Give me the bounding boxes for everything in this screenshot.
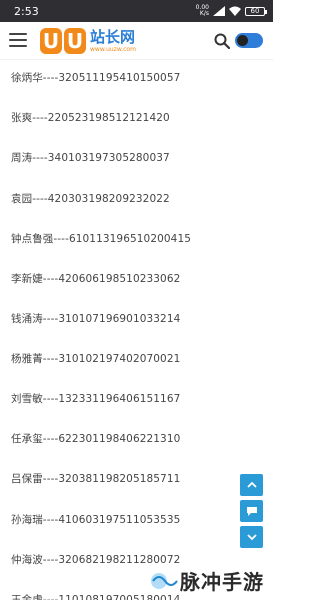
logo-text: 站长网 www.uuzw.com [90,28,136,54]
signal-icon [213,6,225,16]
list-item: 刘雪敏----132331196406151167 [11,393,181,405]
list-item: 袁园----420303198209232022 [11,193,170,205]
list-item: 吕保雷----320381198205185711 [11,473,181,485]
list-item: 任承玺----622301198406221310 [11,433,181,445]
list-item: 钟点鲁强----610113196510200415 [11,233,192,245]
net-speed-unit: K/s [199,10,209,17]
logo-letter-2: U [64,28,86,54]
logo-url: www.uuzw.com [90,46,136,53]
site-logo[interactable]: U U 站长网 www.uuzw.com [40,26,136,56]
comment-icon [246,506,257,516]
search-icon[interactable] [214,33,230,49]
menu-icon[interactable] [9,32,27,48]
list-item: 李新婕----420606198510233062 [11,273,181,285]
chevron-up-icon [246,481,257,488]
toggle-knob [237,35,248,46]
list-item: 杨雅菁----310102197402070021 [11,353,181,365]
logo-letter-1: U [40,28,62,54]
status-time: 2:53 [14,4,39,18]
list-item: 钱涌涛----310107196901033214 [11,313,181,325]
status-icons: 0.00 K/s 60 [196,5,267,17]
watermark-logo-icon [151,573,178,589]
battery-level: 60 [250,7,260,15]
wifi-icon [229,6,241,16]
list-item: 张爽----220523198512121420 [11,112,170,124]
chevron-down-icon [246,534,257,541]
site-header: U U 站长网 www.uuzw.com [0,22,273,60]
watermark: 脉冲手游网 [180,570,264,600]
status-bar: 2:53 0.00 K/s 60 [0,0,273,22]
scroll-down-button[interactable] [240,526,263,548]
scroll-top-button[interactable] [240,474,263,496]
theme-toggle[interactable] [235,33,263,48]
comment-button[interactable] [240,500,263,522]
battery-icon: 60 [245,6,267,16]
list-item: 徐炳华----320511195410150057 [11,72,181,84]
logo-cn: 站长网 [90,28,136,46]
list-item: 仲海波----320682198211280072 [11,554,181,566]
list-item: 周涛----340103197305280037 [11,152,170,164]
net-speed: 0.00 K/s [196,5,209,17]
list-item: 孙海瑞----410603197511053535 [11,514,181,526]
